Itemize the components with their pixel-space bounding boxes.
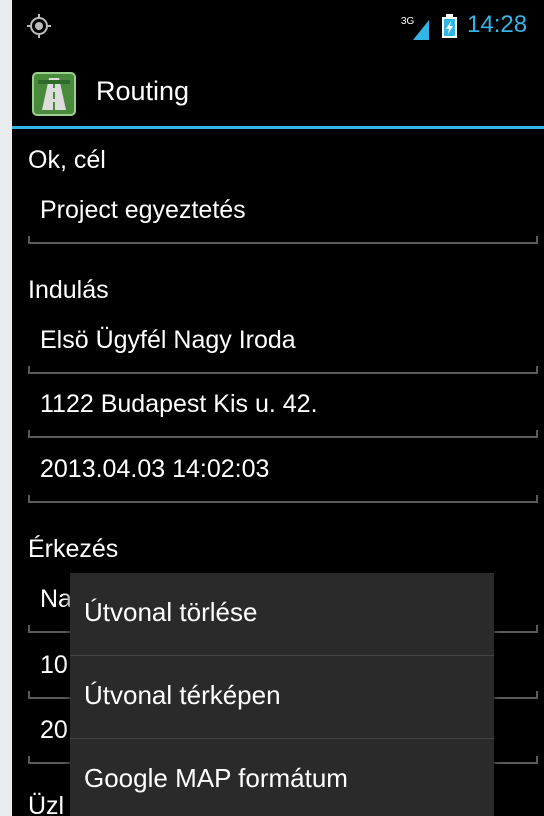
business-label: Üzl [28,792,65,816]
departure-time-value: 2013.04.03 14:02:03 [40,455,270,483]
arrival-time-value: 20 [40,716,68,744]
arrival-name-value: Na [40,585,72,613]
goal-field[interactable]: Project egyeztetés [28,192,538,244]
menu-item-label: Útvonal törlése [84,597,258,627]
arrival-address-value: 10 [40,651,68,679]
menu-item-route-on-map[interactable]: Útvonal térképen [70,656,494,738]
action-bar: Routing [12,52,544,128]
departure-address-field[interactable]: 1122 Budapest Kis u. 42. [28,386,538,438]
departure-time-field[interactable]: 2013.04.03 14:02:03 [28,451,538,503]
highway-app-icon[interactable] [32,72,76,116]
context-menu: Útvonal törlése Útvonal térképen Google … [70,573,494,816]
departure-address-value: 1122 Budapest Kis u. 42. [40,390,318,418]
gps-icon [27,14,51,38]
app-title: Routing [96,76,190,106]
network-type-label: 3G [401,16,415,27]
departure-name-value: Elsö Ügyfél Nagy Iroda [40,326,296,354]
goal-value: Project egyeztetés [40,196,246,224]
signal-icon: 3G [401,16,429,40]
battery-icon [442,14,457,38]
phone-screen: 3G 14:28 Routing Ok, cél Project egyezte… [12,0,544,816]
menu-item-label: Google MAP formátum [84,763,348,793]
menu-item-google-map-format[interactable]: Google MAP formátum [70,739,494,816]
departure-name-field[interactable]: Elsö Ügyfél Nagy Iroda [28,322,538,374]
arrival-label: Érkezés [28,535,119,563]
goal-label: Ok, cél [28,146,106,174]
action-bar-divider [12,126,544,129]
menu-item-label: Útvonal térképen [84,680,281,710]
menu-item-delete-route[interactable]: Útvonal törlése [70,573,494,655]
departure-label: Indulás [28,276,109,304]
clock: 14:28 [467,11,528,38]
status-bar: 3G 14:28 [12,0,544,52]
